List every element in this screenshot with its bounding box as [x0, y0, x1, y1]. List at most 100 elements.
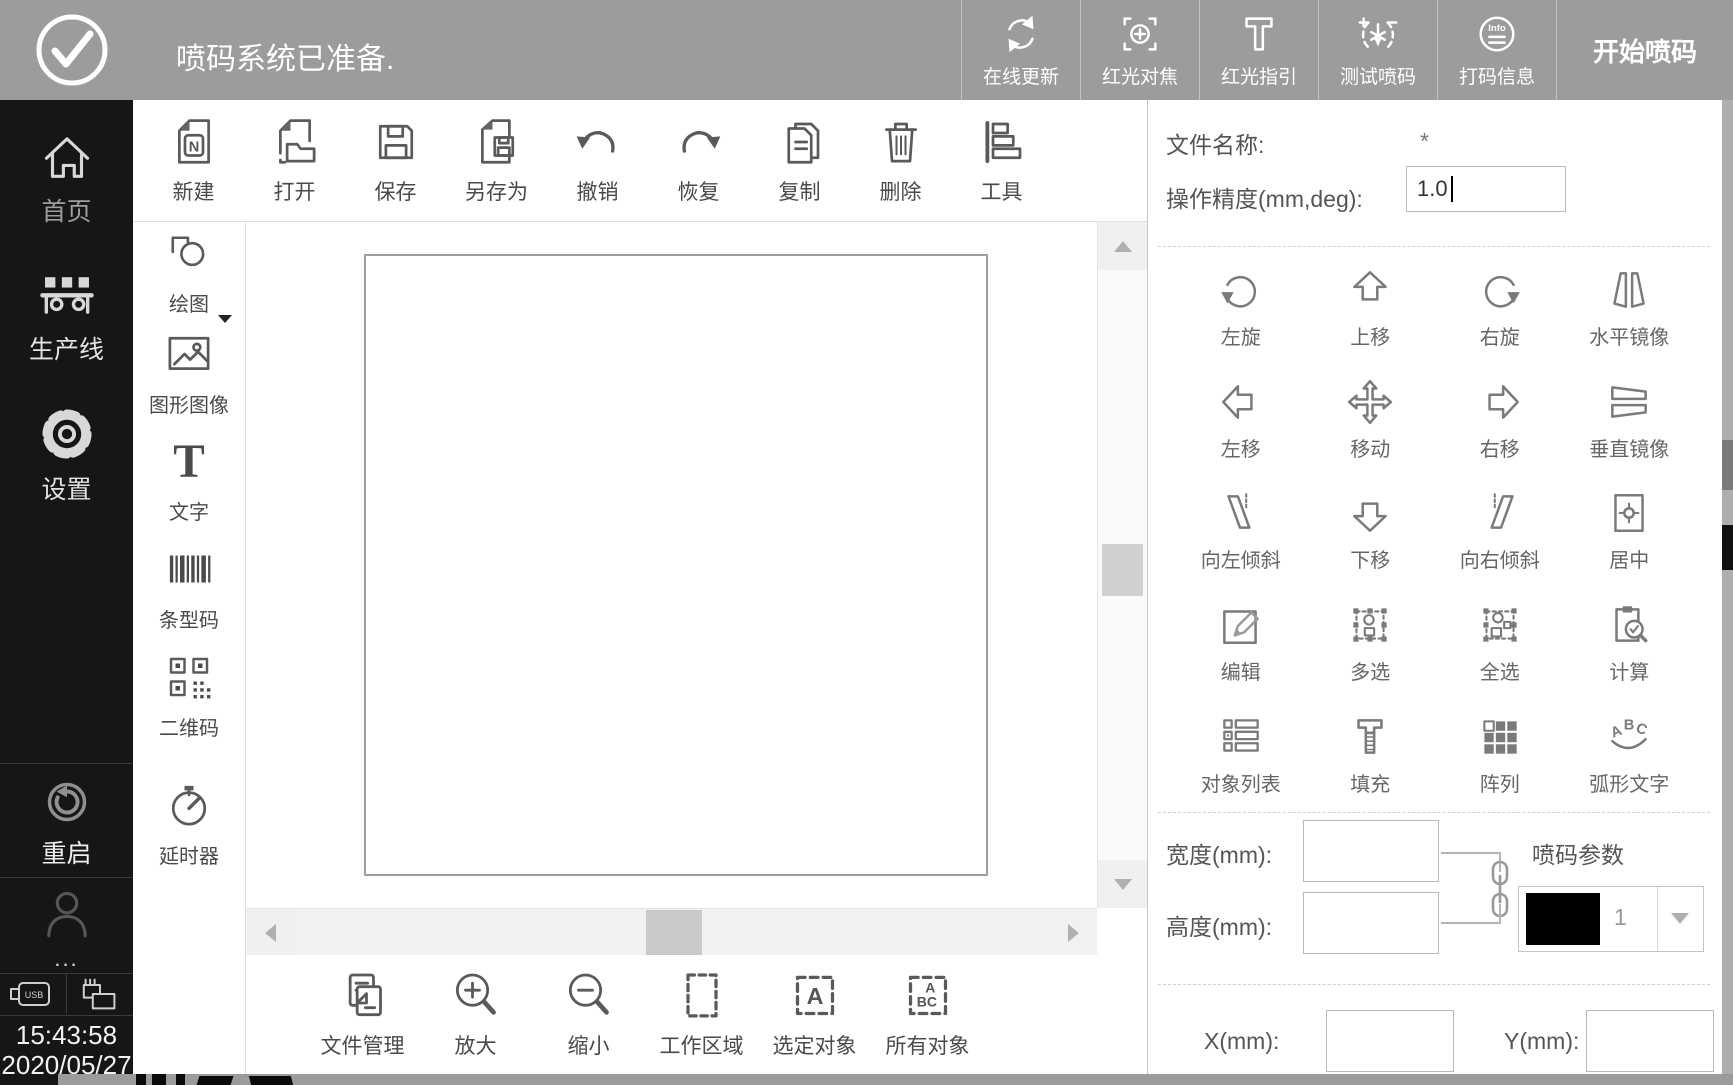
ink-color-select[interactable]: 1 [1518, 886, 1704, 952]
mirror-horizontal-button[interactable]: 水平镜像 [1565, 252, 1695, 364]
design-canvas[interactable] [246, 222, 1097, 908]
scroll-down-button[interactable] [1098, 860, 1147, 908]
arc-text-button[interactable]: ABC 弧形文字 [1565, 698, 1695, 810]
new-button[interactable]: N 新建 [143, 100, 244, 221]
palette-item-draw[interactable]: 绘图 [133, 228, 245, 317]
edge-scroll-thumb[interactable] [1722, 440, 1733, 490]
clock-time: 15:43:58 [0, 1020, 133, 1051]
select-all-button[interactable]: 全选 [1435, 587, 1565, 699]
zoom-out-button[interactable]: 缩小 [532, 955, 645, 1073]
home-icon [0, 128, 133, 186]
y-input[interactable] [1586, 1010, 1714, 1072]
red-light-focus-button[interactable]: 红光对焦 [1080, 0, 1199, 100]
mirror-vertical-button[interactable]: 垂直镜像 [1565, 364, 1695, 476]
move-down-button[interactable]: 下移 [1306, 475, 1436, 587]
sidebar-item-home[interactable]: 首页 [0, 128, 133, 228]
precision-input[interactable]: 1.0 [1406, 166, 1566, 212]
open-button[interactable]: 打开 [244, 100, 345, 221]
palette-item-timer[interactable]: 延时器 [133, 778, 245, 869]
x-input[interactable] [1326, 1010, 1454, 1072]
move-button[interactable]: 移动 [1306, 364, 1436, 476]
save-button[interactable]: 保存 [345, 100, 446, 221]
skew-right-icon [1475, 488, 1525, 538]
file-manager-button[interactable]: 文件管理 [306, 955, 419, 1073]
palette-item-text[interactable]: T 文字 [133, 434, 245, 525]
left-sidebar: 首页 生产线 设置 重启 ... [0, 100, 133, 1085]
redo-button[interactable]: 恢复 [648, 100, 749, 221]
all-objects-icon: ABC [900, 968, 956, 1024]
move-up-button[interactable]: 上移 [1306, 252, 1436, 364]
palette-item-image[interactable]: 图形图像 [133, 327, 245, 418]
red-light-guide-button[interactable]: 红光指引 [1199, 0, 1318, 100]
skew-right-button[interactable]: 向右倾斜 [1435, 475, 1565, 587]
scroll-left-button[interactable] [246, 910, 294, 955]
edit-button[interactable]: 编辑 [1176, 587, 1306, 699]
delete-button[interactable]: 删除 [850, 100, 951, 221]
rotate-right-button[interactable]: 右旋 [1435, 252, 1565, 364]
save-as-icon [470, 115, 524, 169]
shapes-icon [163, 228, 215, 280]
sidebar-item-settings[interactable]: 设置 [0, 403, 133, 506]
window-edge-scrollbar[interactable] [1722, 100, 1733, 1085]
scroll-right-button[interactable] [1049, 910, 1097, 955]
focus-icon [1117, 11, 1163, 57]
horizontal-scrollbar[interactable] [246, 908, 1097, 955]
color-swatch[interactable] [1526, 893, 1600, 945]
scroll-up-button[interactable] [1098, 222, 1147, 270]
copy-button[interactable]: 复制 [749, 100, 850, 221]
undo-button[interactable]: 撤销 [547, 100, 648, 221]
calculate-button[interactable]: 计算 [1565, 587, 1695, 699]
fill-button[interactable]: 填充 [1306, 698, 1436, 810]
svg-text:Info: Info [1488, 23, 1506, 34]
chevron-down-icon[interactable] [1671, 913, 1689, 924]
work-area-button[interactable]: 工作区域 [645, 955, 758, 1073]
usb-icon: USB [7, 977, 59, 1011]
palette-item-barcode[interactable]: 条型码 [133, 542, 245, 633]
array-button[interactable]: 阵列 [1435, 698, 1565, 810]
zoom-in-button[interactable]: 放大 [419, 955, 532, 1073]
start-print-button[interactable]: 开始喷码 [1556, 0, 1733, 100]
status-text: 喷码系统已准备. [176, 34, 394, 78]
sidebar-item-restart[interactable]: 重启 [0, 774, 133, 870]
topbar-actions: 在线更新 红光对焦 红光指引 测试喷码 [961, 0, 1733, 100]
sidebar-item-production-line[interactable]: 生产线 [0, 263, 133, 366]
rotate-left-button[interactable]: 左旋 [1176, 252, 1306, 364]
skew-left-button[interactable]: 向左倾斜 [1176, 475, 1306, 587]
center-button[interactable]: 居中 [1565, 475, 1695, 587]
horizontal-scroll-thumb[interactable] [646, 910, 702, 955]
precision-label: 操作精度(mm,deg): [1166, 180, 1363, 214]
work-area-page[interactable] [364, 254, 988, 876]
multi-select-button[interactable]: 多选 [1306, 587, 1436, 699]
vertical-scroll-thumb[interactable] [1102, 544, 1143, 596]
user-avatar[interactable] [0, 885, 133, 943]
image-icon [162, 327, 216, 381]
move-right-button[interactable]: 右移 [1435, 364, 1565, 476]
height-input[interactable] [1303, 892, 1439, 954]
save-as-button[interactable]: 另存为 [446, 100, 547, 221]
tools-button[interactable]: 工具 [951, 100, 1052, 221]
print-info-button[interactable]: Info 打码信息 [1437, 0, 1556, 100]
width-input[interactable] [1303, 820, 1439, 882]
move-left-button[interactable]: 左移 [1176, 364, 1306, 476]
height-label: 高度(mm): [1166, 908, 1272, 942]
sidebar-more[interactable]: ... [0, 946, 133, 972]
clipped-glyph [152, 1074, 166, 1085]
combo-divider [1657, 887, 1658, 951]
mirror-horizontal-icon [1604, 265, 1654, 315]
online-update-button[interactable]: 在线更新 [961, 0, 1080, 100]
multi-select-icon [1345, 600, 1395, 650]
ready-check-icon [32, 10, 112, 90]
test-print-button[interactable]: 测试喷码 [1318, 0, 1437, 100]
palette-item-qrcode[interactable]: 二维码 [133, 650, 245, 741]
draw-dropdown-caret[interactable] [217, 314, 233, 324]
all-objects-button[interactable]: ABC 所有对象 [871, 955, 984, 1073]
panel-divider [1158, 246, 1710, 247]
sidebar-divider [0, 1015, 133, 1016]
vertical-scrollbar[interactable] [1097, 222, 1147, 908]
tool-palette: 绘图 图形图像 T 文字 条型码 二维码 [133, 222, 246, 1085]
usb-status[interactable]: USB [0, 974, 67, 1014]
selected-objects-button[interactable]: A 选定对象 [758, 955, 871, 1073]
network-status[interactable] [67, 974, 133, 1014]
object-list-button[interactable]: 对象列表 [1176, 698, 1306, 810]
arrow-down-icon [1114, 879, 1132, 890]
